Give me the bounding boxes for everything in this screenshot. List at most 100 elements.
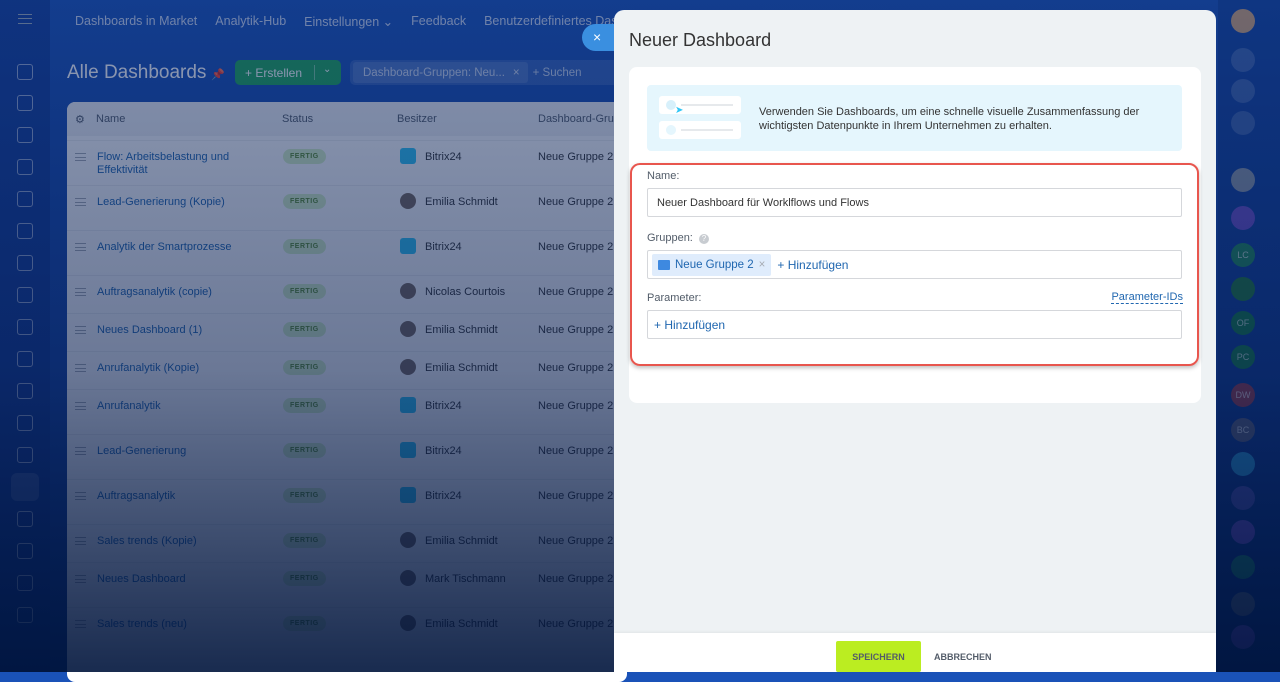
drag-handle-icon[interactable] xyxy=(75,492,86,500)
nav-item[interactable]: Analytik-Hub xyxy=(215,14,286,29)
dashboard-name-link[interactable]: Flow: Arbeitsbelastung und Effektivität xyxy=(97,151,247,177)
avatar xyxy=(400,283,416,299)
table-row[interactable]: Auftragsanalytik FERTIG Bitrix24 Neue Gr… xyxy=(67,479,627,524)
owner-name: Emilia Schmidt xyxy=(425,362,498,374)
chat-avatar[interactable]: LC xyxy=(1231,243,1255,267)
bitrix24-logo-icon xyxy=(400,397,416,413)
rightbar-icon[interactable] xyxy=(1231,79,1255,103)
drag-handle-icon[interactable] xyxy=(75,326,86,334)
drag-handle-icon[interactable] xyxy=(75,243,86,251)
parameter-ids-link[interactable]: Parameter-IDs xyxy=(1111,291,1183,304)
sidebar-nav-icon[interactable] xyxy=(17,351,33,367)
dashboard-name-link[interactable]: Neues Dashboard xyxy=(97,573,247,586)
rightbar-icon[interactable] xyxy=(1231,486,1255,510)
rightbar-icon[interactable] xyxy=(1231,168,1255,192)
table-row[interactable]: Sales trends (neu) FERTIG Emilia Schmidt… xyxy=(67,607,627,652)
sidebar-nav-icon[interactable] xyxy=(17,95,33,111)
dashboard-name-link[interactable]: Neues Dashboard (1) xyxy=(97,324,247,337)
sidebar-nav-icon[interactable] xyxy=(17,447,33,463)
column-header-status[interactable]: Status xyxy=(282,113,313,125)
chat-avatar[interactable]: OF xyxy=(1231,311,1255,335)
dashboards-table: ⚙ Name Status Besitzer Dashboard-Gruppen… xyxy=(67,102,627,682)
drag-handle-icon[interactable] xyxy=(75,364,86,372)
sidebar-nav-icon[interactable] xyxy=(17,287,33,303)
save-button[interactable]: SPEICHERN xyxy=(836,641,921,672)
table-row[interactable]: Flow: Arbeitsbelastung und Effektivität … xyxy=(67,140,627,185)
sidebar-nav-icon[interactable] xyxy=(17,223,33,239)
sidebar-nav-icon[interactable] xyxy=(17,607,33,623)
drag-handle-icon[interactable] xyxy=(75,402,86,410)
table-row[interactable]: Neues Dashboard FERTIG Mark Tischmann Ne… xyxy=(67,562,627,607)
sidebar-nav-icon[interactable] xyxy=(17,255,33,271)
nav-item[interactable]: Dashboards in Market xyxy=(75,14,197,29)
sidebar-nav-icon[interactable] xyxy=(17,64,33,80)
dashboard-name-link[interactable]: Anrufanalytik xyxy=(97,400,247,413)
table-row[interactable]: Lead-Generierung (Kopie) FERTIG Emilia S… xyxy=(67,185,627,230)
drag-handle-icon[interactable] xyxy=(75,198,86,206)
drag-handle-icon[interactable] xyxy=(75,153,86,161)
group-tag[interactable]: Neue Gruppe 2 × xyxy=(652,253,772,276)
sidebar-nav-icon[interactable] xyxy=(17,575,33,591)
help-icon[interactable]: ? xyxy=(698,234,709,244)
rightbar-icon[interactable] xyxy=(1231,9,1255,33)
sidebar-nav-icon[interactable] xyxy=(17,415,33,431)
add-group-link[interactable]: + Hinzufügen xyxy=(777,258,848,272)
rightbar-icon[interactable] xyxy=(1231,592,1255,616)
sidebar-nav-icon[interactable] xyxy=(17,319,33,335)
owner-name: Emilia Schmidt xyxy=(425,618,498,630)
sidebar-nav-icon[interactable] xyxy=(17,191,33,207)
remove-tag-icon[interactable]: × xyxy=(759,259,766,271)
dashboard-name-link[interactable]: Auftragsanalytik xyxy=(97,490,247,503)
rightbar-icon[interactable] xyxy=(1231,555,1255,579)
rightbar-icon[interactable] xyxy=(1231,452,1255,476)
add-parameter-link[interactable]: + Hinzufügen xyxy=(654,318,725,332)
rightbar-icon[interactable] xyxy=(1231,277,1255,301)
search-input[interactable]: Dashboard-Gruppen: Neu... × + Suchen xyxy=(350,60,620,85)
dashboard-name-link[interactable]: Lead-Generierung (Kopie) xyxy=(97,196,247,209)
cancel-button[interactable]: ABBRECHEN xyxy=(934,641,992,672)
drag-handle-icon[interactable] xyxy=(75,537,86,545)
dashboard-name-link[interactable]: Sales trends (Kopie) xyxy=(97,535,247,548)
nav-item[interactable]: Feedback xyxy=(411,14,466,29)
sidebar-nav-icon[interactable] xyxy=(17,543,33,559)
gear-icon[interactable]: ⚙ xyxy=(75,113,85,126)
drag-handle-icon[interactable] xyxy=(75,447,86,455)
rightbar-icon[interactable] xyxy=(1231,206,1255,230)
groups-input[interactable]: Neue Gruppe 2 × + Hinzufügen xyxy=(647,250,1182,279)
pin-icon[interactable]: 📌 xyxy=(211,68,225,81)
drag-handle-icon[interactable] xyxy=(75,575,86,583)
table-row[interactable]: Anrufanalytik FERTIG Bitrix24 Neue Grupp… xyxy=(67,389,627,434)
chat-avatar[interactable]: DW xyxy=(1231,383,1255,407)
sidebar-nav-icon[interactable] xyxy=(17,159,33,175)
filter-chip[interactable]: Dashboard-Gruppen: Neu... × xyxy=(353,62,528,83)
create-button[interactable]: + Erstellen ⌄ xyxy=(235,60,341,85)
table-row[interactable]: Analytik der Smartprozesse FERTIG Bitrix… xyxy=(67,230,627,275)
chat-avatar[interactable]: PC xyxy=(1231,345,1255,369)
drag-handle-icon[interactable] xyxy=(75,288,86,296)
column-header-owner[interactable]: Besitzer xyxy=(397,113,437,125)
dashboard-name-link[interactable]: Anrufanalytik (Kopie) xyxy=(97,362,247,375)
column-header-name[interactable]: Name xyxy=(96,113,125,125)
sidebar-nav-icon[interactable] xyxy=(17,383,33,399)
nav-item[interactable]: Einstellungen ⌄ xyxy=(304,14,393,29)
params-input[interactable]: + Hinzufügen xyxy=(647,310,1182,339)
name-input[interactable]: Neuer Dashboard für Worklflows und Flows xyxy=(647,188,1182,217)
sidebar-nav-icon[interactable] xyxy=(17,127,33,143)
dashboard-name-link[interactable]: Auftragsanalytik (copie) xyxy=(97,286,247,299)
rightbar-icon[interactable] xyxy=(1231,625,1255,649)
close-icon[interactable]: × xyxy=(513,67,520,79)
dashboard-name-link[interactable]: Lead-Generierung xyxy=(97,445,247,458)
chevron-down-icon[interactable]: ⌄ xyxy=(323,64,331,75)
menu-icon[interactable] xyxy=(18,14,32,24)
rightbar-icon[interactable] xyxy=(1231,520,1255,544)
rightbar-icon[interactable] xyxy=(1231,48,1255,72)
dashboard-name-link[interactable]: Analytik der Smartprozesse xyxy=(97,241,247,254)
top-nav: Dashboards in Market Analytik-Hub Einstell… xyxy=(75,14,656,29)
chat-avatar[interactable]: BC xyxy=(1231,418,1255,442)
dashboard-name-link[interactable]: Sales trends (neu) xyxy=(97,618,247,631)
rightbar-icon[interactable] xyxy=(1231,111,1255,135)
drag-handle-icon[interactable] xyxy=(75,620,86,628)
sidebar-nav-icon[interactable] xyxy=(17,511,33,527)
sidebar-nav-icon[interactable] xyxy=(11,473,39,501)
table-row[interactable]: Lead-Generierung FERTIG Bitrix24 Neue Gr… xyxy=(67,434,627,479)
